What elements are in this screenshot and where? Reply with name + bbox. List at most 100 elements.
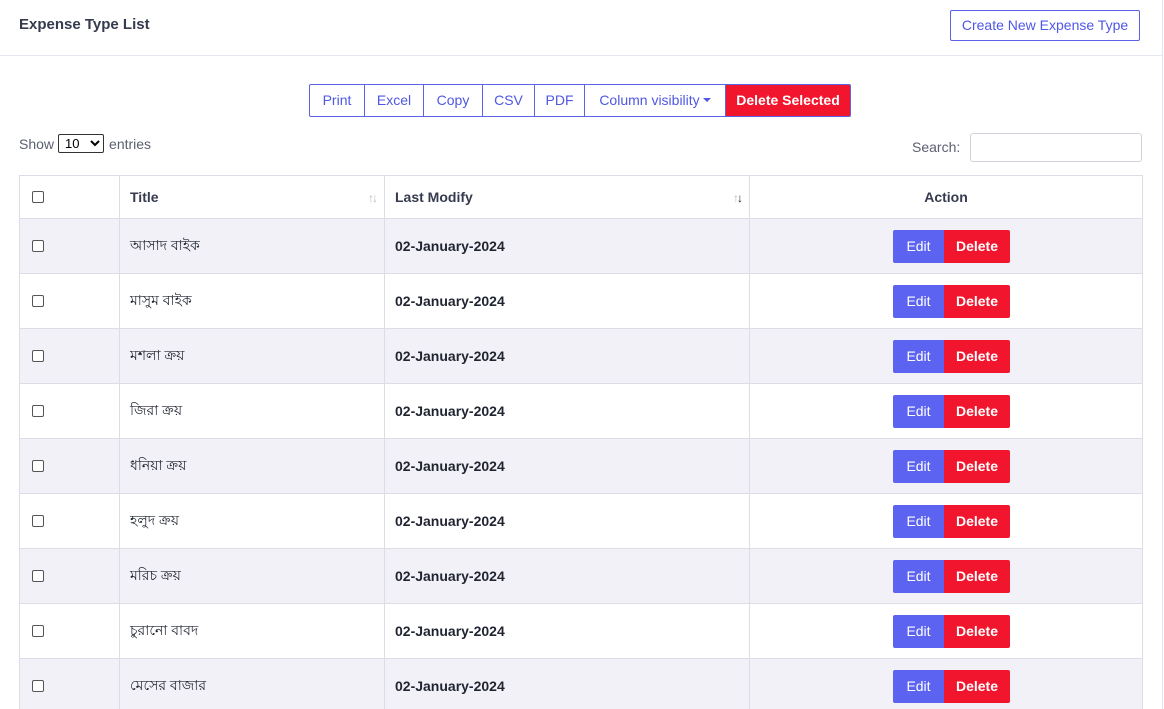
row-actions: Edit Delete [760, 229, 1132, 263]
delete-button[interactable]: Delete [944, 559, 1010, 593]
row-select-cell [19, 658, 120, 709]
sort-icon: ↑↓ [368, 191, 378, 205]
delete-button[interactable]: Delete [944, 284, 1010, 318]
action-header: Action [749, 175, 1143, 219]
create-expense-type-button[interactable]: Create New Expense Type [950, 10, 1140, 41]
excel-button[interactable]: Excel [364, 84, 424, 117]
column-visibility-label: Column visibility [599, 92, 700, 108]
row-select-cell [19, 493, 120, 549]
last-modify-cell: 02-January-2024 [384, 658, 750, 709]
action-cell: Edit Delete [749, 438, 1143, 494]
row-actions: Edit Delete [760, 449, 1132, 483]
title-cell: ধনিয়া ক্রয় [119, 438, 385, 494]
row-checkbox[interactable] [32, 460, 44, 472]
row-select-cell [19, 273, 120, 329]
table-row: জিরা ক্রয় 02-January-2024 Edit Delete [19, 383, 1143, 439]
csv-button[interactable]: CSV [482, 84, 535, 117]
delete-button[interactable]: Delete [944, 504, 1010, 538]
edit-button[interactable]: Edit [893, 229, 944, 263]
row-checkbox[interactable] [32, 295, 44, 307]
edit-button[interactable]: Edit [893, 339, 944, 373]
edit-button[interactable]: Edit [893, 394, 944, 428]
last-modify-cell: 02-January-2024 [384, 273, 750, 329]
last-modify-cell: 02-January-2024 [384, 603, 750, 659]
select-all-header [19, 175, 120, 219]
edit-button[interactable]: Edit [893, 614, 944, 648]
title-cell: জিরা ক্রয় [119, 383, 385, 439]
action-cell: Edit Delete [749, 548, 1143, 604]
row-select-cell [19, 438, 120, 494]
row-select-cell [19, 218, 120, 274]
row-checkbox[interactable] [32, 350, 44, 362]
row-select-cell [19, 328, 120, 384]
row-actions: Edit Delete [760, 504, 1132, 538]
entries-label: entries [109, 135, 152, 152]
title-cell: মেসের বাজার [119, 658, 385, 709]
table-row: হলুদ ক্রয় 02-January-2024 Edit Delete [19, 493, 1143, 549]
table-row: ধনিয়া ক্রয় 02-January-2024 Edit Delete [19, 438, 1143, 494]
delete-button[interactable]: Delete [944, 669, 1010, 703]
row-checkbox[interactable] [32, 570, 44, 582]
title-cell: মরিচ ক্রয় [119, 548, 385, 604]
row-checkbox[interactable] [32, 240, 44, 252]
copy-button[interactable]: Copy [423, 84, 483, 117]
row-checkbox[interactable] [32, 625, 44, 637]
edit-button[interactable]: Edit [893, 559, 944, 593]
page: Expense Type List Create New Expense Typ… [0, 0, 1164, 709]
delete-button[interactable]: Delete [944, 229, 1010, 263]
search-label: Search: [912, 139, 961, 155]
select-all-checkbox[interactable] [32, 191, 44, 203]
last-modify-cell: 02-January-2024 [384, 548, 750, 604]
delete-button[interactable]: Delete [944, 449, 1010, 483]
table-row: মাসুম বাইক 02-January-2024 Edit Delete [19, 273, 1143, 329]
show-label: Show [19, 135, 55, 152]
last-modify-header-label: Last Modify [395, 189, 473, 205]
last-modify-cell: 02-January-2024 [384, 218, 750, 274]
action-cell: Edit Delete [749, 603, 1143, 659]
row-actions: Edit Delete [760, 614, 1132, 648]
table-row: আসাদ বাইক 02-January-2024 Edit Delete [19, 218, 1143, 274]
edit-button[interactable]: Edit [893, 284, 944, 318]
row-checkbox[interactable] [32, 405, 44, 417]
action-cell: Edit Delete [749, 493, 1143, 549]
card-header: Expense Type List Create New Expense Typ… [0, 0, 1162, 56]
row-actions: Edit Delete [760, 669, 1132, 703]
row-select-cell [19, 383, 120, 439]
edit-button[interactable]: Edit [893, 504, 944, 538]
delete-button[interactable]: Delete [944, 614, 1010, 648]
print-button[interactable]: Print [309, 84, 365, 117]
title-cell: হলুদ ক্রয় [119, 493, 385, 549]
last-modify-cell: 02-January-2024 [384, 328, 750, 384]
title-header[interactable]: Title ↑↓ [119, 175, 385, 219]
action-cell: Edit Delete [749, 273, 1143, 329]
table-row: মশলা ক্রয় 02-January-2024 Edit Delete [19, 328, 1143, 384]
delete-button[interactable]: Delete [944, 394, 1010, 428]
action-cell: Edit Delete [749, 383, 1143, 439]
row-actions: Edit Delete [760, 284, 1132, 318]
row-actions: Edit Delete [760, 559, 1132, 593]
row-select-cell [19, 603, 120, 659]
title-cell: মাসুম বাইক [119, 273, 385, 329]
title-cell: মশলা ক্রয় [119, 328, 385, 384]
table-row: মেসের বাজার 02-January-2024 Edit Delete [19, 658, 1143, 709]
title-header-label: Title [130, 189, 159, 205]
search-input[interactable] [970, 133, 1142, 162]
last-modify-header[interactable]: Last Modify ↑↓ [384, 175, 750, 219]
action-cell: Edit Delete [749, 218, 1143, 274]
edit-button[interactable]: Edit [893, 449, 944, 483]
row-select-cell [19, 548, 120, 604]
column-visibility-button[interactable]: Column visibility [584, 84, 726, 117]
delete-button[interactable]: Delete [944, 339, 1010, 373]
action-header-label: Action [924, 189, 968, 205]
title-cell: আসাদ বাইক [119, 218, 385, 274]
row-actions: Edit Delete [760, 394, 1132, 428]
row-checkbox[interactable] [32, 680, 44, 692]
last-modify-cell: 02-January-2024 [384, 493, 750, 549]
action-cell: Edit Delete [749, 658, 1143, 709]
length-control: Show 10 entries [19, 134, 151, 153]
delete-selected-button[interactable]: Delete Selected [725, 84, 851, 117]
entries-select[interactable]: 10 [58, 134, 105, 153]
edit-button[interactable]: Edit [893, 669, 944, 703]
pdf-button[interactable]: PDF [534, 84, 585, 117]
row-checkbox[interactable] [32, 515, 44, 527]
